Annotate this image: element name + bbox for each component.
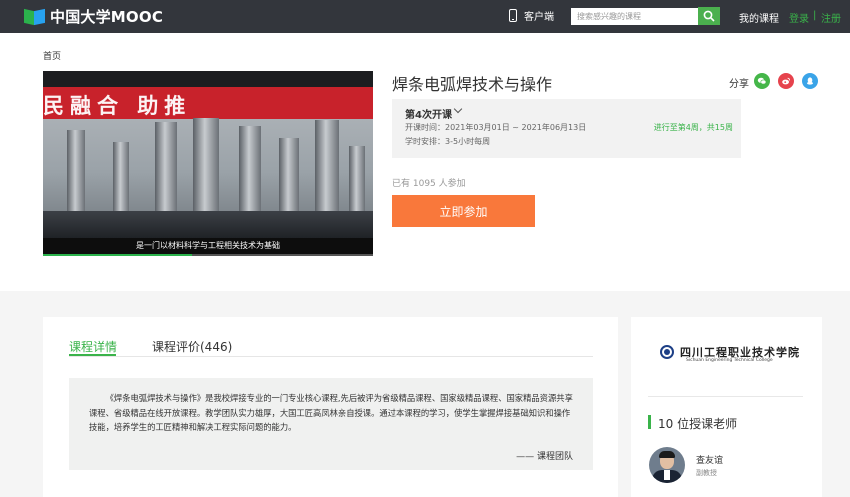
- school-emblem-icon[interactable]: [660, 345, 674, 359]
- course-video-player[interactable]: 民融合 助推 是一门以材料科学与工程相关技术为基础: [43, 71, 373, 256]
- teacher-avatar[interactable]: [649, 447, 685, 483]
- breadcrumb-home[interactable]: 首页: [43, 49, 61, 62]
- register-link[interactable]: 注册: [821, 10, 841, 25]
- tab-course-details[interactable]: 课程详情: [69, 338, 117, 355]
- search-icon: [703, 10, 715, 22]
- search-button[interactable]: [698, 7, 720, 25]
- start-time-value: 2021年03月01日 ~ 2021年06月13日: [445, 123, 587, 132]
- intro-signature: —— 课程团队: [516, 452, 573, 462]
- course-intro-text: 《焊条电弧焊技术与操作》是我校焊接专业的一门专业核心课程,先后被评为省级精品课程…: [89, 393, 573, 432]
- teacher-title: 副教授: [696, 469, 717, 477]
- term-info-box: 第4次开课 开课时间：2021年03月01日 ~ 2021年06月13日 学时安…: [392, 99, 741, 158]
- video-progress-fill: [43, 254, 192, 256]
- study-time-row: 学时安排：3-5小时每周: [405, 136, 490, 147]
- course-intro-box: 《焊条电弧焊技术与操作》是我校焊接专业的一门专业核心课程,先后被评为省级精品课程…: [69, 378, 593, 470]
- term-selector[interactable]: 第4次开课: [405, 106, 452, 121]
- course-header: 首页 民融合 助推 是一门以材料科学与工程相关技术为基础 焊条电弧焊技术与操作 …: [0, 33, 850, 291]
- video-banner-text: 民融合 助推: [43, 94, 192, 118]
- study-time-value: 3-5小时每周: [445, 137, 491, 146]
- book-logo-icon: [24, 8, 46, 25]
- top-nav-bar: 中国大学MOOC 客户端 我的课程 登录 | 注册: [0, 0, 850, 33]
- enrolled-count: 已有 1095 人参加: [392, 179, 466, 189]
- weibo-share-icon[interactable]: [778, 73, 794, 89]
- video-progress-bar[interactable]: [43, 254, 373, 256]
- study-time-label: 学时安排：: [405, 137, 445, 146]
- phone-icon: [509, 9, 517, 22]
- school-sidebar: 四川工程职业技术学院 Sichuan Engineering Technical…: [631, 317, 822, 497]
- section-accent-bar: [648, 415, 651, 429]
- chevron-down-icon[interactable]: [453, 104, 463, 114]
- qq-share-icon[interactable]: [802, 73, 818, 89]
- client-label: 客户端: [524, 12, 554, 23]
- tab-course-reviews[interactable]: 课程评价(446): [152, 338, 232, 355]
- teacher-name[interactable]: 查友谊: [696, 453, 723, 466]
- school-name-en: Sichuan Engineering Technical College: [686, 358, 773, 363]
- share-label: 分享: [729, 79, 749, 90]
- start-time-label: 开课时间：: [405, 123, 445, 132]
- tab-divider: [69, 356, 593, 357]
- machine-base: [43, 211, 373, 238]
- video-caption: 是一门以材料科学与工程相关技术为基础: [136, 241, 280, 250]
- search-input[interactable]: [571, 8, 698, 25]
- client-download-link[interactable]: 客户端: [509, 8, 554, 23]
- course-detail-card: 课程详情 课程评价(446) 《焊条电弧焊技术与操作》是我校焊接专业的一门专业核…: [43, 317, 618, 497]
- start-time-row: 开课时间：2021年03月01日 ~ 2021年06月13日: [405, 122, 586, 133]
- course-title: 焊条电弧焊技术与操作: [392, 75, 553, 94]
- my-course-link[interactable]: 我的课程: [739, 10, 779, 25]
- wechat-share-icon[interactable]: [754, 73, 770, 89]
- join-course-button[interactable]: 立即参加: [392, 195, 535, 227]
- logo-text: 中国大学MOOC: [50, 7, 164, 26]
- login-link[interactable]: 登录: [789, 10, 809, 25]
- sidebar-divider: [648, 396, 803, 397]
- nav-separator: |: [813, 10, 817, 21]
- term-progress-status: 进行至第4周，共15周: [653, 123, 733, 132]
- site-logo[interactable]: 中国大学MOOC: [24, 7, 164, 26]
- teacher-count-heading: 10 位授课老师: [658, 417, 738, 431]
